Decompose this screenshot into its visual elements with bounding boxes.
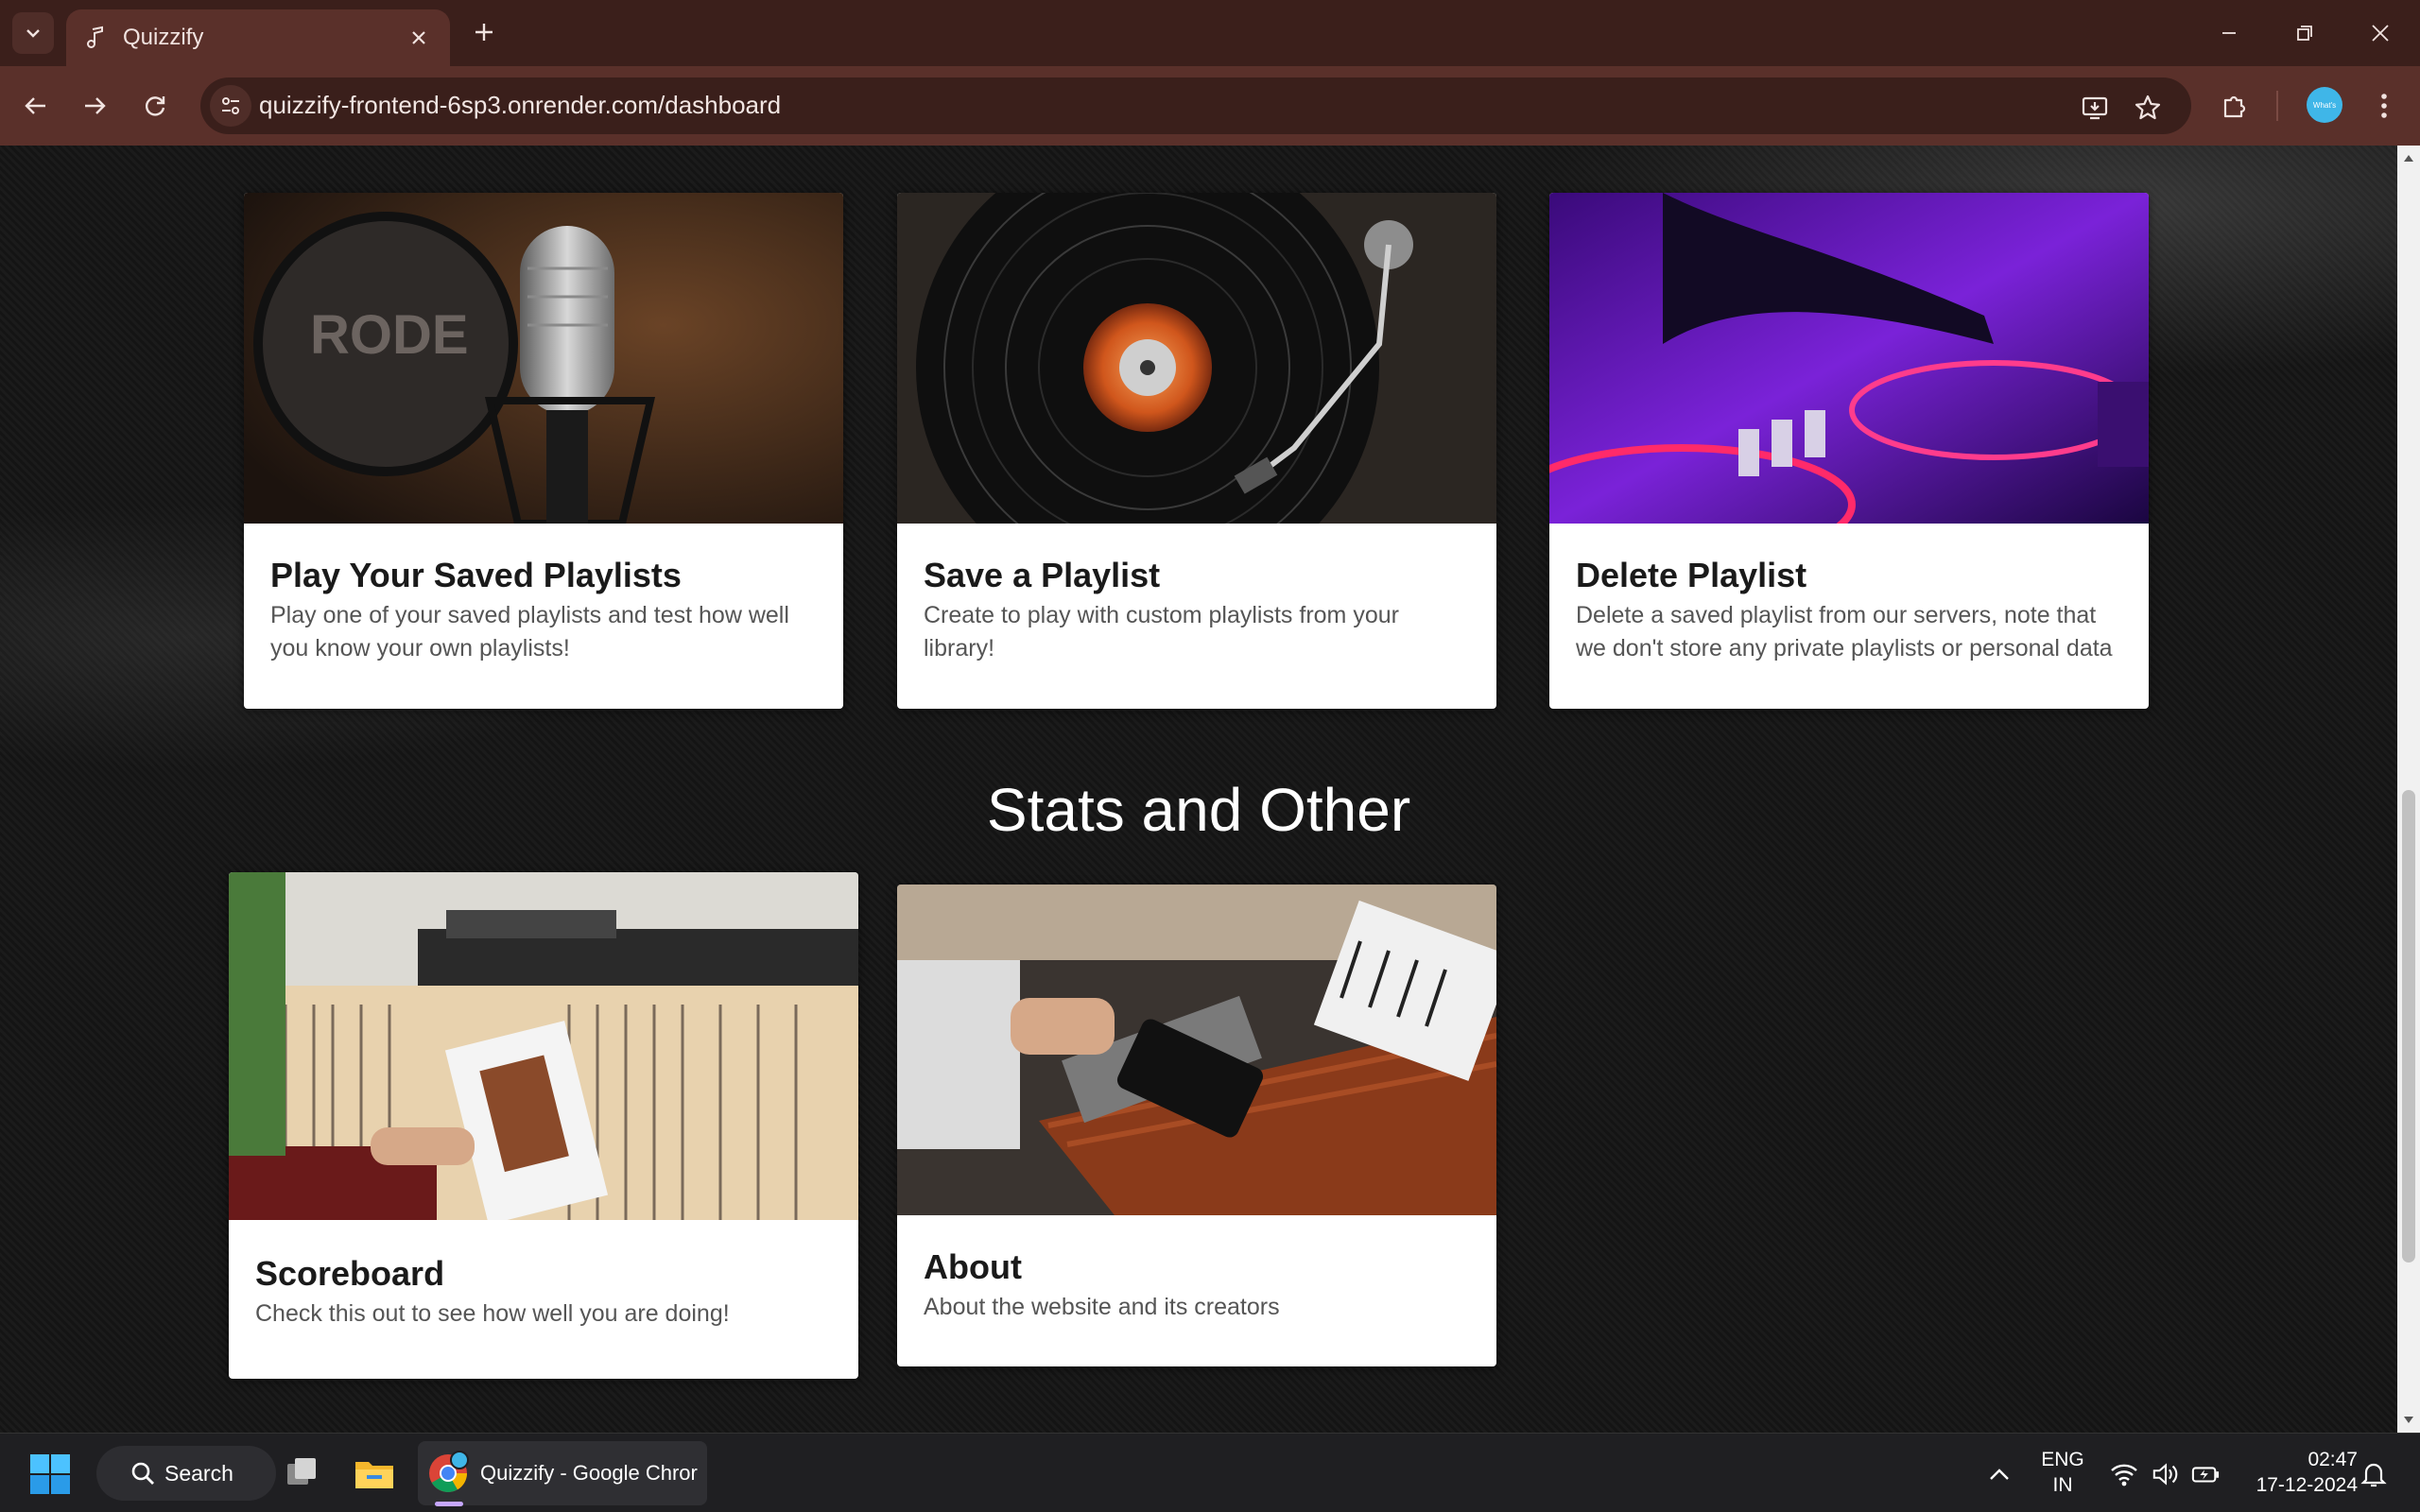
- clock[interactable]: 02:47 17-12-2024: [2235, 1447, 2358, 1498]
- notifications-button[interactable]: [2360, 1460, 2388, 1488]
- back-button[interactable]: [15, 85, 57, 127]
- toolbar-divider: [2276, 91, 2278, 121]
- reload-button[interactable]: [134, 85, 176, 127]
- site-info-button[interactable]: [210, 85, 251, 127]
- browser-menu-button[interactable]: [2363, 85, 2405, 127]
- card-title: Play Your Saved Playlists: [270, 556, 682, 594]
- reload-icon: [145, 96, 165, 116]
- chrome-icon: [425, 1451, 471, 1496]
- tab-strip: Quizzify: [0, 0, 2420, 66]
- clock-time: 02:47: [2308, 1449, 2358, 1470]
- card-description: Create to play with custom playlists fro…: [924, 602, 1399, 662]
- card-delete-playlist[interactable]: Delete Playlist Delete a saved playlist …: [1549, 193, 2149, 709]
- arrow-right-icon: [85, 97, 106, 114]
- forward-button[interactable]: [74, 85, 115, 127]
- bell-icon: [2360, 1463, 2387, 1487]
- speaker-icon: [2152, 1463, 2178, 1486]
- caret-down-icon: [2404, 1417, 2413, 1423]
- caret-up-icon: [2404, 155, 2413, 162]
- battery-status[interactable]: [2191, 1460, 2220, 1488]
- star-icon: [2135, 94, 2161, 120]
- card-scoreboard[interactable]: Scoreboard Check this out to see how wel…: [229, 872, 858, 1379]
- tune-icon: [222, 97, 239, 114]
- profile-avatar[interactable]: What's: [2307, 87, 2342, 123]
- card-about[interactable]: About About the website and its creators: [897, 885, 1496, 1366]
- scroll-thumb[interactable]: [2402, 790, 2415, 1263]
- bookmark-button[interactable]: [2129, 89, 2167, 127]
- card-image-microphone: RODE: [244, 193, 843, 524]
- start-button[interactable]: [28, 1452, 72, 1496]
- card-save-playlist[interactable]: Save a Playlist Create to play with cust…: [897, 193, 1496, 709]
- active-app-indicator: [435, 1502, 463, 1506]
- task-view-button[interactable]: [274, 1445, 331, 1502]
- arrow-left-icon: [25, 97, 45, 114]
- card-image-studio-desk: [897, 885, 1496, 1215]
- region-code: IN: [2052, 1474, 2073, 1496]
- chrome-task-label: Quizzify - Google Chror: [480, 1461, 698, 1485]
- search-label: Search: [164, 1460, 233, 1486]
- wifi-icon: [2111, 1464, 2137, 1486]
- section-title: Stats and Other: [986, 776, 1411, 844]
- os-taskbar: Search Quizzify - Google Chror ENG IN 02…: [0, 1433, 2420, 1512]
- card-title: About: [924, 1247, 1022, 1286]
- clock-date: 17-12-2024: [2256, 1474, 2358, 1496]
- tab-close-button[interactable]: [405, 24, 433, 52]
- install-app-button[interactable]: [2076, 89, 2114, 127]
- puzzle-icon: [2223, 95, 2246, 118]
- restore-icon: [2297, 26, 2312, 41]
- card-image-turntable: [897, 193, 1496, 524]
- close-icon: [2372, 25, 2389, 42]
- wifi-status[interactable]: [2110, 1460, 2138, 1488]
- extensions-button[interactable]: [2214, 85, 2256, 127]
- show-hidden-icons-button[interactable]: [1985, 1460, 2014, 1488]
- card-image-dj-controller: [1549, 193, 2149, 524]
- chevron-down-icon: [26, 29, 40, 38]
- page-scrollbar[interactable]: [2397, 146, 2420, 1433]
- card-description: About the website and its creators: [924, 1294, 1280, 1320]
- new-tab-button[interactable]: [467, 15, 501, 49]
- card-play-playlists[interactable]: RODE Play Your Saved Playlists Play one …: [244, 193, 843, 709]
- taskbar-search[interactable]: Search: [96, 1446, 276, 1501]
- music-note-icon: [87, 26, 103, 48]
- card-title: Delete Playlist: [1576, 556, 1807, 594]
- browser-toolbar: quizzify-frontend-6sp3.onrender.com/dash…: [0, 66, 2420, 146]
- chevron-up-icon: [1990, 1469, 2009, 1480]
- language-code: ENG: [2041, 1449, 2084, 1470]
- card-image-records-shelf: [229, 872, 858, 1220]
- tab-title: Quizzify: [123, 25, 204, 50]
- card-title: Scoreboard: [255, 1254, 445, 1293]
- page-viewport: RODE Play Your Saved Playlists Play one …: [0, 146, 2397, 1433]
- svg-text:RODE: RODE: [310, 304, 469, 366]
- input-language-button[interactable]: ENG IN: [2032, 1447, 2093, 1498]
- file-explorer-button[interactable]: [346, 1445, 403, 1502]
- address-bar[interactable]: quizzify-frontend-6sp3.onrender.com/dash…: [200, 77, 2191, 134]
- install-icon: [2082, 96, 2108, 120]
- search-icon: [131, 1462, 154, 1485]
- active-tab[interactable]: Quizzify: [66, 9, 450, 66]
- scroll-down-arrow[interactable]: [2402, 1414, 2415, 1427]
- card-description: Play one of your saved playlists and tes…: [270, 602, 789, 662]
- close-window-button[interactable]: [2352, 9, 2409, 57]
- windows-logo-icon: [30, 1454, 70, 1494]
- plus-icon: [475, 24, 493, 41]
- more-vertical-icon: [2381, 94, 2387, 118]
- task-view-icon: [287, 1458, 316, 1485]
- card-description: Delete a saved playlist from our servers…: [1576, 602, 2113, 662]
- minimize-icon: [2222, 32, 2236, 34]
- scroll-up-arrow[interactable]: [2402, 151, 2415, 164]
- card-description: Check this out to see how well you are d…: [255, 1300, 730, 1327]
- battery-charging-icon: [2191, 1467, 2220, 1483]
- close-icon: [412, 31, 425, 44]
- volume-status[interactable]: [2152, 1460, 2180, 1488]
- card-title: Save a Playlist: [924, 556, 1161, 594]
- restore-button[interactable]: [2276, 9, 2333, 57]
- tab-search-button[interactable]: [12, 12, 54, 54]
- minimize-button[interactable]: [2201, 9, 2257, 57]
- folder-icon: [355, 1462, 393, 1488]
- url-text[interactable]: quizzify-frontend-6sp3.onrender.com/dash…: [259, 91, 781, 120]
